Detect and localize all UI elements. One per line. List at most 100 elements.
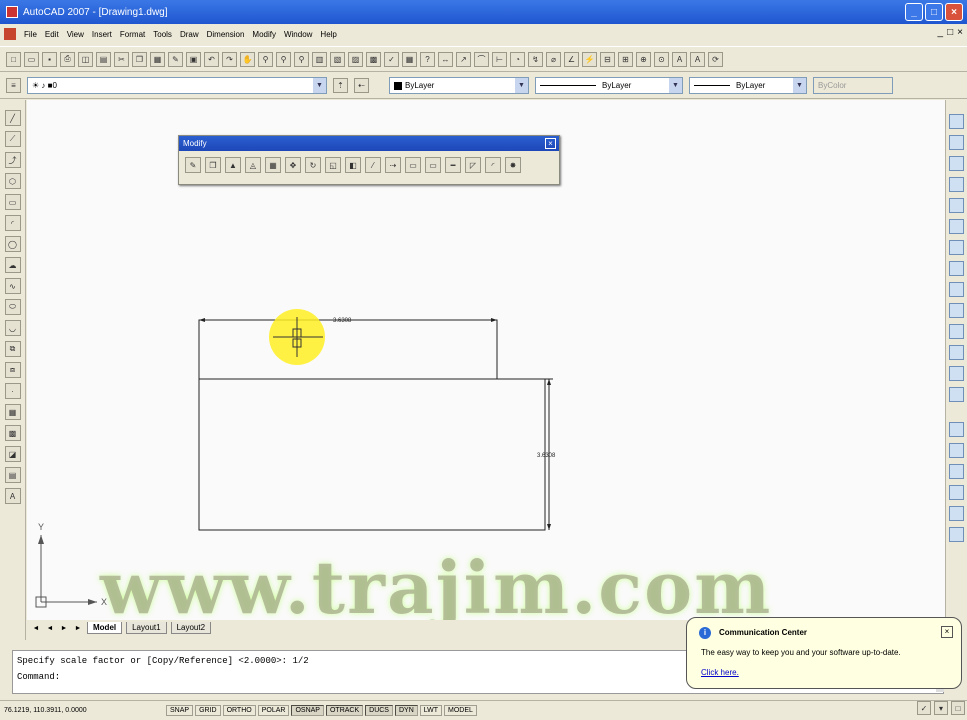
menu-dimension[interactable]: Dimension <box>207 30 245 39</box>
match-properties-icon[interactable]: ✎ <box>168 51 183 67</box>
balloon-close-button[interactable]: × <box>941 626 953 638</box>
status-menu-icon[interactable]: ▾ <box>934 701 948 715</box>
last-tab-arrow[interactable]: ► <box>73 625 83 632</box>
tool-palettes-icon[interactable]: ▨ <box>348 51 363 67</box>
modify-toolbar-palette[interactable]: Modify × ✎ ❐ ▲ ◬ ▦ ✥ ↻ ◱ ◧ ⁄ ⇢ ▭ ▭ ━ ◸ ◜… <box>178 135 560 185</box>
helix-icon[interactable] <box>949 261 964 276</box>
copy-clip-icon[interactable]: ❐ <box>132 51 147 67</box>
first-tab-arrow[interactable]: ◄ <box>31 625 41 632</box>
free-orbit-icon[interactable] <box>949 506 964 521</box>
pyramid-3d-icon[interactable] <box>949 240 964 255</box>
autocad-app-icon[interactable] <box>6 6 18 18</box>
dimension-text-edit-icon[interactable]: A <box>690 51 705 67</box>
break-at-point-icon[interactable]: ▭ <box>405 157 421 173</box>
color-control-select[interactable]: ByLayer ▼ <box>389 77 529 94</box>
menu-edit[interactable]: Edit <box>45 30 59 39</box>
tab-layout2[interactable]: Layout2 <box>170 622 212 634</box>
close-button[interactable]: × <box>945 3 963 21</box>
balloon-link[interactable]: Click here. <box>701 668 739 677</box>
dimension-edit-icon[interactable]: A <box>672 51 687 67</box>
ortho-toggle[interactable]: ORTHO <box>222 705 256 716</box>
menu-help[interactable]: Help <box>320 30 336 39</box>
minimize-button[interactable]: _ <box>905 3 923 21</box>
rectangle-icon[interactable]: ▭ <box>4 194 21 210</box>
gradient-icon[interactable]: ▩ <box>4 425 21 441</box>
offset-icon[interactable]: ◬ <box>245 157 261 173</box>
ducs-toggle[interactable]: DUCS <box>365 705 393 716</box>
radius-dimension-icon[interactable]: ◔ <box>510 51 525 67</box>
lower-rectangle[interactable] <box>198 378 546 531</box>
layer-manager-icon[interactable]: ≡ <box>6 78 21 93</box>
revolve-icon[interactable] <box>949 366 964 381</box>
cone-3d-icon[interactable] <box>949 156 964 171</box>
properties-icon[interactable]: ▥ <box>312 51 327 67</box>
scale-icon[interactable]: ◱ <box>325 157 341 173</box>
plot-icon[interactable]: ⎙ <box>60 51 75 67</box>
extrude-icon[interactable] <box>949 303 964 318</box>
polygon-icon[interactable]: ⬡ <box>4 173 21 189</box>
hatch-icon[interactable]: ▦ <box>4 404 21 420</box>
chevron-down-icon[interactable]: ▼ <box>669 78 682 93</box>
communication-center-balloon[interactable]: i Communication Center × The easy way to… <box>686 617 962 689</box>
cut-icon[interactable]: ✂ <box>114 51 129 67</box>
menu-format[interactable]: Format <box>120 30 145 39</box>
document-icon[interactable] <box>4 28 16 40</box>
doc-close-button[interactable]: × <box>957 27 963 38</box>
ellipse-arc-icon[interactable]: ◡ <box>4 320 21 336</box>
save-icon[interactable]: ▪ <box>42 51 57 67</box>
paste-icon[interactable]: ▦ <box>150 51 165 67</box>
insert-block-icon[interactable]: ⧉ <box>4 341 21 357</box>
trim-icon[interactable]: ⁄ <box>365 157 381 173</box>
redo-icon[interactable]: ↷ <box>222 51 237 67</box>
dimension-update-icon[interactable]: ⟳ <box>708 51 723 67</box>
chevron-down-icon[interactable]: ▼ <box>793 78 806 93</box>
planar-surface-icon[interactable] <box>949 282 964 297</box>
multiline-text-icon[interactable]: A <box>4 488 21 504</box>
menu-view[interactable]: View <box>67 30 84 39</box>
upper-rectangle[interactable] <box>198 319 498 380</box>
chevron-down-icon[interactable]: ▼ <box>313 78 326 93</box>
table-icon[interactable]: ▤ <box>4 467 21 483</box>
loft-icon[interactable] <box>949 387 964 402</box>
break-icon[interactable]: ▭ <box>425 157 441 173</box>
tab-model[interactable]: Model <box>87 622 123 634</box>
osnap-toggle[interactable]: OSNAP <box>291 705 324 716</box>
qnew-icon[interactable]: □ <box>6 51 21 67</box>
publish-icon[interactable]: ▤ <box>96 51 111 67</box>
doc-restore-button[interactable]: □ <box>947 27 953 38</box>
arc-icon[interactable]: ◜ <box>4 215 21 231</box>
layer-select[interactable]: ☀ ♪ ■ 0 ▼ <box>27 77 327 94</box>
arc-length-icon[interactable]: ⌒ <box>474 51 489 67</box>
explode-icon[interactable]: ✸ <box>505 157 521 173</box>
polar-toggle[interactable]: POLAR <box>257 705 290 716</box>
palette-close-button[interactable]: × <box>545 138 556 149</box>
zoom-previous-icon[interactable]: ⚲ <box>294 51 309 67</box>
visual-style-icon[interactable] <box>949 527 964 542</box>
coordinate-readout[interactable]: 76.1219, 110.3911, 0.0000 <box>4 707 164 714</box>
make-object-layer-current-icon[interactable]: ⇡ <box>333 78 348 93</box>
tab-layout1[interactable]: Layout1 <box>126 622 167 634</box>
menu-insert[interactable]: Insert <box>92 30 112 39</box>
region-icon[interactable]: ◪ <box>4 446 21 462</box>
open-icon[interactable]: ▭ <box>24 51 39 67</box>
box-3d-icon[interactable] <box>949 114 964 129</box>
move-icon[interactable]: ✥ <box>285 157 301 173</box>
polyline-icon[interactable]: ⤴ <box>4 152 21 168</box>
grid-toggle[interactable]: GRID <box>195 705 221 716</box>
stretch-icon[interactable]: ◧ <box>345 157 361 173</box>
snap-toggle[interactable]: SNAP <box>166 705 194 716</box>
plot-preview-icon[interactable]: ◫ <box>78 51 93 67</box>
presspull-icon[interactable] <box>949 324 964 339</box>
continue-dimension-icon[interactable]: ⊞ <box>618 51 633 67</box>
spline-icon[interactable]: ∿ <box>4 278 21 294</box>
menu-draw[interactable]: Draw <box>180 30 199 39</box>
ellipse-icon[interactable]: ⬭ <box>4 299 21 315</box>
point-icon[interactable]: · <box>4 383 21 399</box>
aligned-dimension-icon[interactable]: ↗ <box>456 51 471 67</box>
dyn-toggle[interactable]: DYN <box>394 705 418 716</box>
union-icon[interactable] <box>949 422 964 437</box>
doc-minimize-button[interactable]: _ <box>938 27 944 38</box>
block-editor-icon[interactable]: ▣ <box>186 51 201 67</box>
copy-icon[interactable]: ❐ <box>205 157 221 173</box>
intersect-icon[interactable] <box>949 464 964 479</box>
